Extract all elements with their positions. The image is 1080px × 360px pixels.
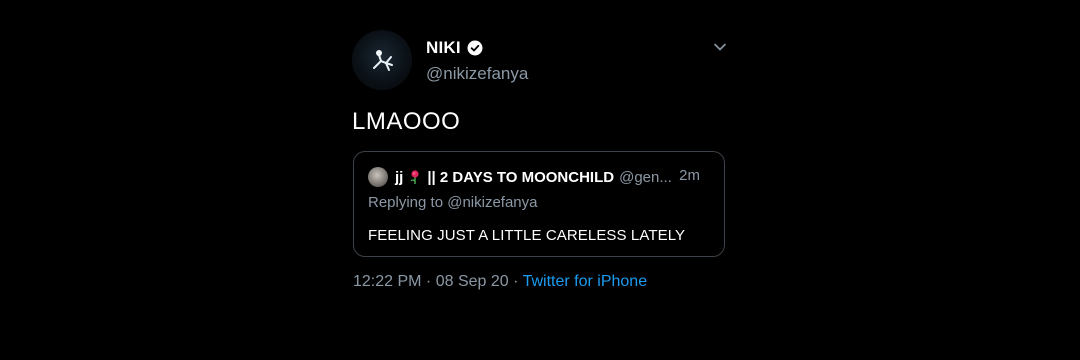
tweet-timestamp[interactable]: 12:22 PM · 08 Sep 20 · bbox=[353, 273, 518, 290]
author-handle[interactable]: @nikizefanya bbox=[426, 64, 528, 84]
rose-icon bbox=[410, 170, 419, 184]
tweet-source[interactable]: Twitter for iPhone bbox=[523, 273, 648, 290]
quoted-tweet-text: FEELING JUST A LITTLE CARELESS LATELY bbox=[368, 227, 686, 244]
replying-mention[interactable]: @nikizefanya bbox=[447, 194, 537, 211]
quoted-replying-to: Replying to @nikizefanya bbox=[368, 194, 538, 211]
tweet: NIKI @nikizefanya LMAOOO jj || 2 DAYS TO… bbox=[350, 28, 730, 328]
quoted-author-name: jj bbox=[395, 168, 404, 186]
avatar-figure-icon bbox=[373, 50, 393, 71]
tweet-text: LMAOOO bbox=[352, 108, 461, 135]
tweet-meta: 12:22 PM · 08 Sep 20 · Twitter for iPhon… bbox=[353, 273, 647, 291]
replying-prefix: Replying to bbox=[368, 194, 444, 211]
author-avatar[interactable] bbox=[352, 30, 412, 90]
quoted-tweet[interactable]: jj || 2 DAYS TO MOONCHILD @gen... 2m Rep… bbox=[353, 151, 725, 257]
quoted-time: 2m bbox=[679, 167, 700, 184]
quoted-author-avatar bbox=[368, 167, 388, 187]
chevron-down-icon[interactable] bbox=[712, 39, 728, 55]
quoted-author-title: || 2 DAYS TO MOONCHILD bbox=[427, 168, 615, 186]
quoted-tweet-header: jj || 2 DAYS TO MOONCHILD @gen... 2m bbox=[368, 167, 712, 187]
author-display-name[interactable]: NIKI bbox=[426, 38, 461, 58]
quoted-author-handle: @gen... bbox=[619, 168, 672, 186]
verified-badge-icon bbox=[467, 40, 483, 56]
author-name-row: NIKI bbox=[426, 38, 483, 58]
